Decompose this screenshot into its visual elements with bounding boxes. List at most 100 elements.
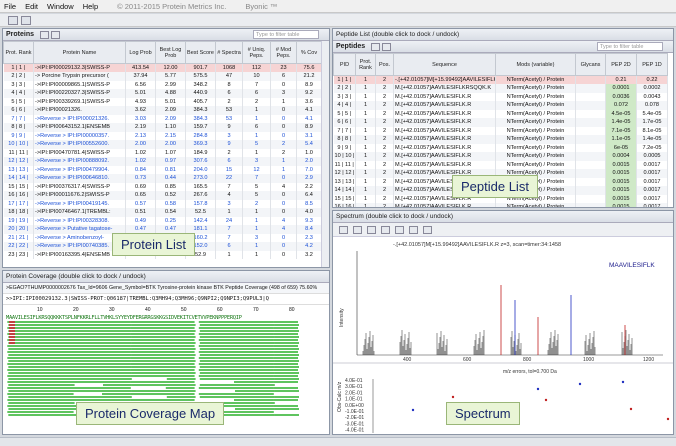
protein-col-header[interactable]: Protein Name: [33, 41, 126, 64]
protein-cell: 0.51: [125, 208, 156, 217]
coverage-mod-mark: [9, 330, 15, 332]
coverage-peptide-bar: [74, 354, 104, 356]
protein-row[interactable]: 17 | 17 | ->Reverse > IPI:IPI00419145. 0.5…: [3, 199, 322, 208]
peptide-cell: 0.0017: [636, 203, 668, 207]
coverage-peptide-bar: [234, 345, 274, 347]
columns-icon[interactable]: [51, 30, 61, 39]
protein-cell: 0.69: [125, 182, 156, 191]
zoom-in-icon[interactable]: [339, 225, 348, 234]
peptide-row[interactable]: 5 | 5 | 1 2 M.[+42.01057]AAVILESIFLK.R NTerm…: [333, 109, 668, 118]
coverage-peptide-bar: [198, 351, 235, 353]
peptide-col-header[interactable]: Mods (variable): [495, 53, 576, 76]
protein-cell: 8: [215, 80, 243, 89]
protein-col-header[interactable]: Best Score: [185, 41, 216, 64]
protein-row[interactable]: 11 | 11 | ->IPI:IPI00470781.4|SWISS-P 1.02…: [3, 148, 322, 157]
protein-row[interactable]: 2 | 2 | -> Porcine Trypsin precursor (37.…: [3, 72, 322, 81]
protein-cell: 0.57: [125, 199, 156, 208]
coverage-peptide-bar: [73, 387, 103, 389]
protein-filter-input[interactable]: Type to filter table: [253, 30, 319, 39]
protein-row[interactable]: 19 | 19 | ->Reverse > IPI:IPI00328308. 0.4…: [3, 216, 322, 225]
label-icon[interactable]: [395, 225, 404, 234]
peptide-cell: [575, 160, 606, 169]
peptide-row[interactable]: 1 | 1 | 1 2 -.[+42.01057]M[+15.99492]AAVILE…: [333, 75, 668, 84]
protein-row[interactable]: 18 | 18 | ->IPI:IPI00746467.1|TREMBL: 0.51…: [3, 208, 322, 217]
protein-cell: 2.09: [155, 114, 186, 123]
protein-row[interactable]: 12 | 12 | ->Reverse > IPI:IPI00888092. 1.0…: [3, 157, 322, 166]
peptide-cell: 0.0017: [636, 177, 668, 186]
protein-col-header[interactable]: Log Prob: [125, 41, 156, 64]
peptide-filter-input[interactable]: Type to filter table: [597, 42, 663, 51]
peptide-row[interactable]: 2 | 2 | 1 2 M.[+42.01057]AAVILESIFLKRSQQK.K…: [333, 84, 668, 93]
protein-cell: 1068: [215, 63, 243, 72]
protein-col-header[interactable]: % Cov: [296, 41, 322, 64]
peptide-cell: 1: [355, 135, 376, 144]
peptide-col-header[interactable]: PEP 2D: [605, 53, 637, 76]
ion-type-icon[interactable]: [409, 225, 418, 234]
coverage-peptide-bar: [130, 375, 166, 377]
peptide-row[interactable]: 9 | 9 | 1 2 M.[+42.01057]AAVILESIFLK.R NTerm…: [333, 143, 668, 152]
peptide-col-header[interactable]: PEP 1D: [636, 53, 668, 76]
protein-row[interactable]: 16 | 16 | ->IPI:IPI00011676.2|SWISS-P 0.65…: [3, 191, 322, 200]
menu-edit[interactable]: Edit: [25, 2, 38, 11]
peptide-row[interactable]: 8 | 8 | 1 2 M.[+42.01057]AAVILESIFLK.R NTerm…: [333, 135, 668, 144]
menu-window[interactable]: Window: [47, 2, 74, 11]
peptide-cell: 0.0005: [636, 152, 668, 161]
coverage-peptide-bar: [165, 387, 195, 389]
menu-file[interactable]: File: [4, 2, 16, 11]
protein-col-header[interactable]: Best Log Prob: [155, 41, 186, 64]
protein-row[interactable]: 8 | 8 | ->IPI:IPI00643152.1|ENSEMB 2.19 1.1…: [3, 123, 322, 132]
protein-row[interactable]: 10 | 10 | ->Reverse > IPI:IPI00552600. 2.0…: [3, 140, 322, 149]
protein-row[interactable]: 4 | 4 | ->IPI:IPI00220327.3|SWISS-P 5.01 4.…: [3, 89, 322, 98]
protein-cell: 3: [215, 131, 243, 140]
coverage-peptide-bar: [273, 357, 298, 359]
export-icon[interactable]: [371, 42, 381, 51]
peptide-col-header[interactable]: Pos.: [375, 53, 394, 76]
protein-cell: 8.5: [296, 199, 322, 208]
zoom-fit-icon[interactable]: [367, 225, 376, 234]
columns-icon[interactable]: [382, 42, 392, 51]
export-icon[interactable]: [40, 30, 50, 39]
settings-icon[interactable]: [423, 225, 432, 234]
coverage-peptide-bar: [73, 321, 103, 323]
peptide-row[interactable]: 7 | 7 | 1 2 M.[+42.01057]AAVILESIFLK.R NTerm…: [333, 126, 668, 135]
peptide-col-header[interactable]: PID: [333, 53, 356, 76]
pan-icon[interactable]: [381, 225, 390, 234]
protein-row[interactable]: 6 | 6 | ->IPI:IPI00021326. 3.62 2.09 384.3 53…: [3, 106, 322, 115]
open-file-icon[interactable]: [8, 15, 18, 25]
coverage-peptide-bar: [74, 348, 104, 350]
protein-col-header[interactable]: # Mod Peps.: [270, 41, 297, 64]
zoom-out-icon[interactable]: [353, 225, 362, 234]
protein-row[interactable]: 1 | 1 | ->IPI:IPI00029132.3|SWISS-P 413.54…: [3, 63, 322, 72]
peptide-col-header[interactable]: Prot. Rank: [355, 53, 376, 76]
menu-help[interactable]: Help: [83, 2, 98, 11]
peptide-col-header[interactable]: Sequence: [393, 53, 496, 76]
coverage-peptide-bar: [199, 354, 236, 356]
protein-row[interactable]: 15 | 15 | ->IPI:IPI00376317.4|SWISS-P 0.69…: [3, 182, 322, 191]
peptide-cell: 7 | 7 |: [333, 126, 356, 135]
protein-cell: 1: [242, 148, 271, 157]
protein-row[interactable]: 9 | 9 | ->Reverse > IPI:IPI00000357. 2.13 2…: [3, 131, 322, 140]
peptide-row[interactable]: 10 | 10 | 1 2 M.[+42.01057]AAVILESIFLK.R NTe…: [333, 152, 668, 161]
peptide-cell: NTerm(Acetyl) / Protein: [495, 160, 576, 169]
protein-row[interactable]: 13 | 13 | ->Reverse > IPI:IPI00479904. 0.8…: [3, 165, 322, 174]
close-file-icon[interactable]: [21, 15, 31, 25]
peptide-row[interactable]: 4 | 4 | 1 2 M.[+42.01057]AAVILESIFLK.R NTerm…: [333, 101, 668, 110]
peptide-row[interactable]: 11 | 11 | 1 2 M.[+42.01057]AAVILESIFLK.R NTe…: [333, 160, 668, 169]
peptide-cell: 1: [355, 160, 376, 169]
peptide-cell: 8 | 8 |: [333, 135, 356, 144]
protein-row[interactable]: 5 | 5 | ->IPI:IPI00339269.1|SWISS-P 4.93 5.…: [3, 97, 322, 106]
protein-row[interactable]: 14 | 14 | ->Reverse > IPI:IPI00646810. 0.7…: [3, 174, 322, 183]
protein-scrollbar[interactable]: [321, 41, 329, 267]
peptide-col-header[interactable]: Glycans: [575, 53, 606, 76]
peptide-row[interactable]: 16 | 16 | 1 2 M.[+42.01057]AAVILESIFLK.R NTe…: [333, 203, 668, 207]
protein-col-header[interactable]: # Uniq. Peps.: [242, 41, 271, 64]
protein-row[interactable]: 3 | 3 | ->IPI:IPI00009865.1|SWISS-P 6.56 2.…: [3, 80, 322, 89]
protein-col-header[interactable]: Prot. Rank: [3, 41, 34, 64]
peptide-row[interactable]: 3 | 3 | 1 2 M.[+42.01057]AAVILESIFLK.R NTerm…: [333, 92, 668, 101]
coverage-peptide-bar: [235, 324, 275, 326]
peptide-row[interactable]: 6 | 6 | 1 2 M.[+42.01057]AAVILESIFLK.R NTerm…: [333, 118, 668, 127]
protein-row[interactable]: 7 | 7 | ->Reverse > IPI:IPI00021326. 3.03 2…: [3, 114, 322, 123]
protein-cell: 4.0: [296, 208, 322, 217]
protein-col-header[interactable]: # Spectra: [215, 41, 243, 64]
peptide-cell: 8.1e-05: [636, 126, 668, 135]
